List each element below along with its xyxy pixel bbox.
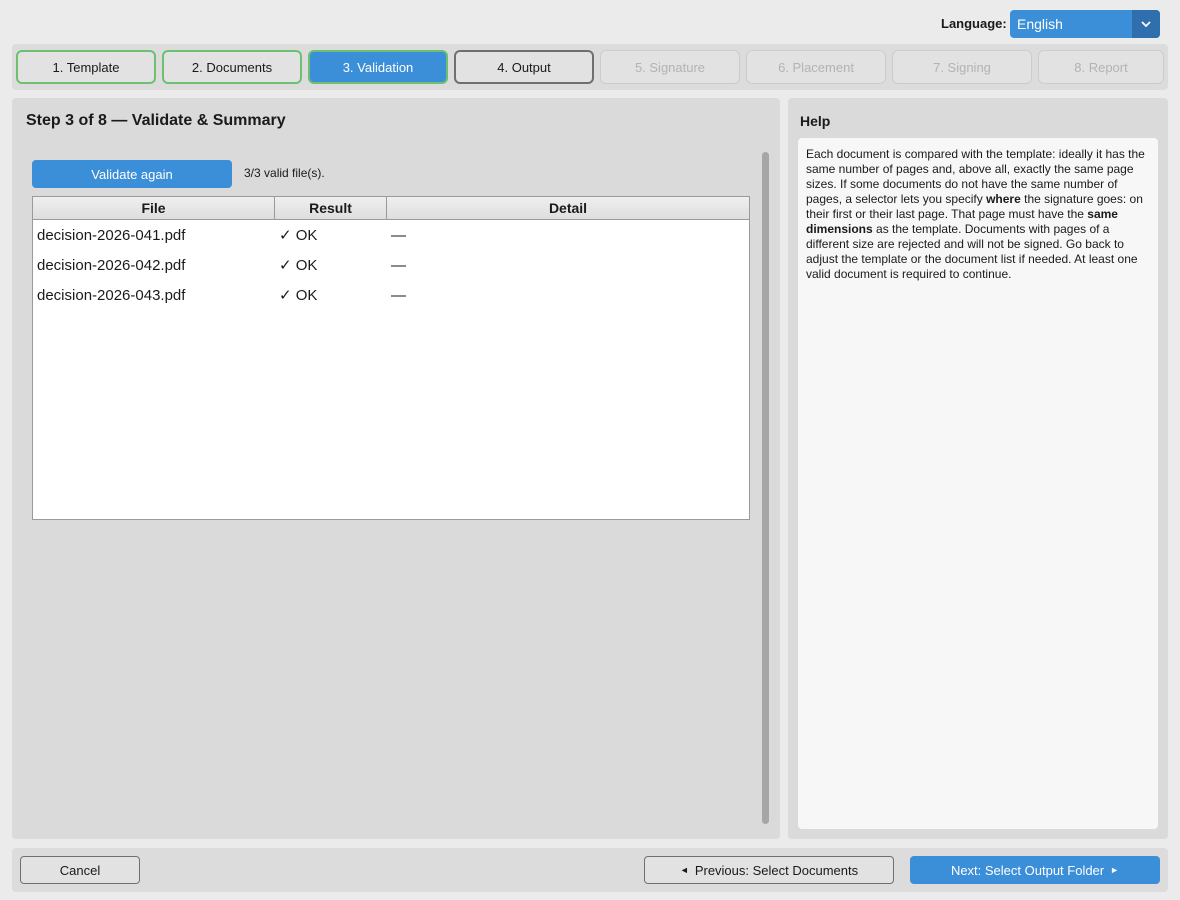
- previous-button[interactable]: ◄ Previous: Select Documents: [644, 856, 894, 884]
- step-documents[interactable]: 2. Documents: [162, 50, 302, 84]
- step-placement: 6. Placement: [746, 50, 886, 84]
- column-header-detail[interactable]: Detail: [387, 197, 749, 220]
- arrow-right-icon: ►: [1110, 865, 1120, 875]
- arrow-left-icon: ◄: [679, 865, 689, 875]
- results-table: File Result Detail decision-2026-041.pdf…: [32, 196, 750, 520]
- main-panel: Step 3 of 8 — Validate & Summary Validat…: [12, 98, 780, 839]
- language-select[interactable]: English: [1010, 10, 1160, 38]
- step-report: 8. Report: [1038, 50, 1164, 84]
- language-label: Language:: [941, 16, 1007, 31]
- cell-file: decision-2026-042.pdf: [37, 256, 186, 274]
- table-row[interactable]: decision-2026-042.pdf ✓ OK —: [33, 250, 749, 280]
- help-text-bold: where: [986, 192, 1021, 206]
- cell-file: decision-2026-043.pdf: [37, 286, 186, 304]
- step-signature: 5. Signature: [600, 50, 740, 84]
- step-bar: 1. Template 2. Documents 3. Validation 4…: [12, 44, 1168, 90]
- step-template[interactable]: 1. Template: [16, 50, 156, 84]
- validate-again-button[interactable]: Validate again: [32, 160, 232, 188]
- page-title: Step 3 of 8 — Validate & Summary: [26, 112, 286, 129]
- cancel-button[interactable]: Cancel: [20, 856, 140, 884]
- previous-button-label: Previous: Select Documents: [694, 862, 859, 878]
- help-panel: Help Each document is compared with the …: [788, 98, 1168, 839]
- cell-result: ✓ OK: [279, 287, 318, 304]
- chevron-down-icon[interactable]: [1132, 10, 1160, 38]
- vertical-scrollbar[interactable]: [762, 152, 769, 824]
- table-header: File Result Detail: [33, 197, 749, 220]
- cell-result: ✓ OK: [279, 257, 318, 274]
- cell-detail: —: [391, 286, 406, 304]
- next-button-label: Next: Select Output Folder: [950, 862, 1105, 878]
- table-row[interactable]: decision-2026-043.pdf ✓ OK —: [33, 280, 749, 310]
- cell-result: ✓ OK: [279, 227, 318, 244]
- cell-file: decision-2026-041.pdf: [37, 226, 186, 244]
- table-row[interactable]: decision-2026-041.pdf ✓ OK —: [33, 220, 749, 250]
- cell-detail: —: [391, 256, 406, 274]
- next-button[interactable]: Next: Select Output Folder ►: [910, 856, 1160, 884]
- step-validation[interactable]: 3. Validation: [308, 50, 448, 84]
- footer-bar: Cancel ◄ Previous: Select Documents Next…: [12, 848, 1168, 892]
- step-output[interactable]: 4. Output: [454, 50, 594, 84]
- cell-detail: —: [391, 226, 406, 244]
- step-signing: 7. Signing: [892, 50, 1032, 84]
- language-value: English: [1017, 16, 1063, 32]
- validation-status: 3/3 valid file(s).: [244, 166, 325, 180]
- help-text: Each document is compared with the templ…: [798, 138, 1158, 829]
- column-header-result[interactable]: Result: [275, 197, 387, 220]
- column-header-file[interactable]: File: [33, 197, 275, 220]
- help-title: Help: [800, 113, 831, 129]
